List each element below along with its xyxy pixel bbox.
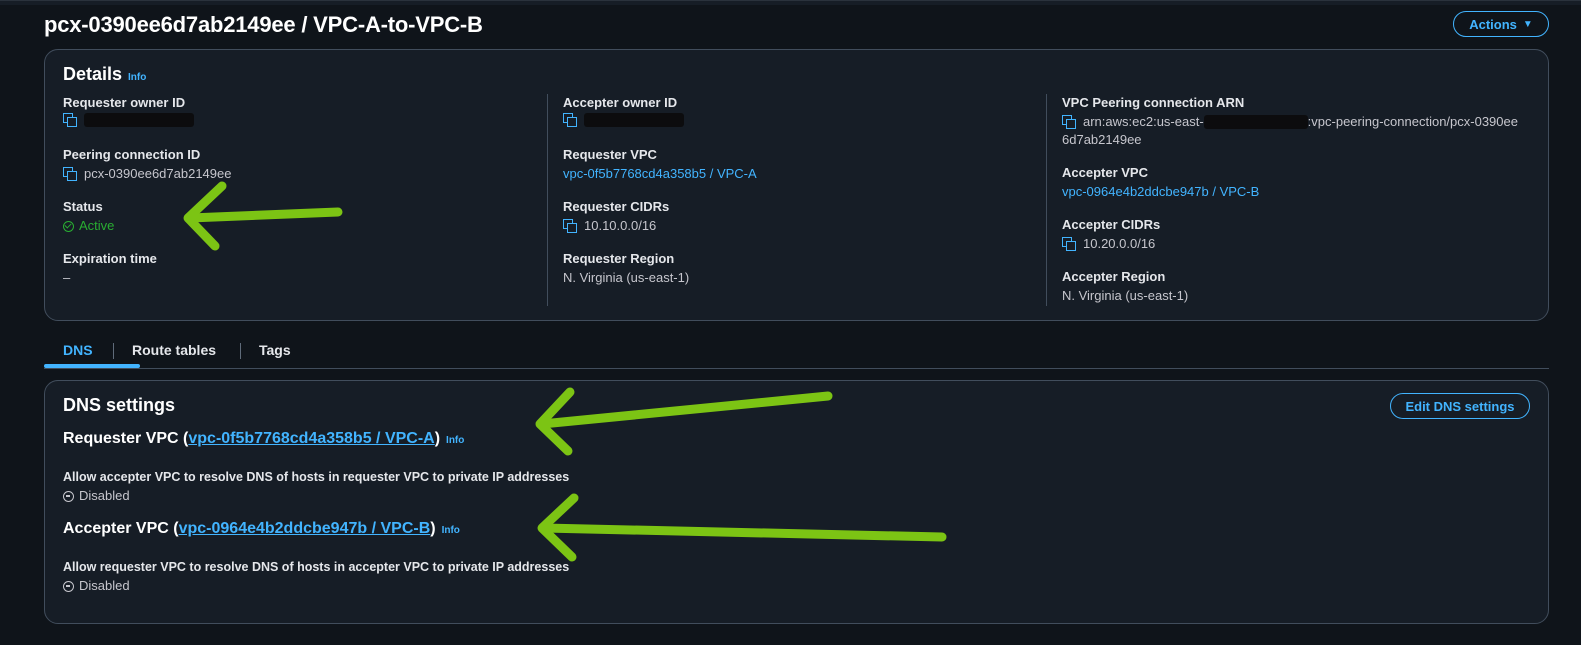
edit-dns-settings-button[interactable]: Edit DNS settings	[1390, 393, 1530, 419]
copy-icon[interactable]	[563, 113, 577, 127]
arn-suffix: :vpc-peering-connection/pcx-0390ee	[1307, 114, 1518, 129]
accepter-dns-setting: Allow requester VPC to resolve DNS of ho…	[63, 559, 569, 595]
requester-cidrs-label: Requester CIDRs	[563, 199, 670, 214]
requester-vpc-heading: Requester VPC (vpc-0f5b7768cd4a358b5 / V…	[63, 430, 464, 448]
tab-separator	[113, 343, 114, 359]
copy-icon[interactable]	[1062, 237, 1076, 251]
arn-field: VPC Peering connection ARN arn:aws:ec2:u…	[1062, 95, 1532, 149]
tab-separator	[240, 343, 241, 359]
requester-dns-setting-text: Disabled	[79, 488, 130, 503]
status-field: Status Active	[63, 199, 114, 235]
accepter-vpc-dns-link[interactable]: vpc-0964e4b2ddcbe947b / VPC-B	[179, 520, 431, 537]
arn-label: VPC Peering connection ARN	[1062, 95, 1245, 110]
tab-tags[interactable]: Tags	[259, 342, 291, 358]
expiration-time-value: –	[63, 270, 71, 285]
requester-vpc-suffix: )	[434, 430, 441, 447]
accepter-region-field: Accepter Region N. Virginia (us-east-1)	[1062, 269, 1188, 305]
check-circle-icon	[63, 220, 74, 232]
accepter-cidrs-value: 10.20.0.0/16	[1062, 235, 1160, 253]
accepter-cidrs-label: Accepter CIDRs	[1062, 217, 1161, 232]
accepter-owner-id-label: Accepter owner ID	[563, 95, 678, 110]
accepter-dns-setting-label: Allow requester VPC to resolve DNS of ho…	[63, 560, 570, 574]
requester-region-label: Requester Region	[563, 251, 675, 266]
tab-dns[interactable]: DNS	[63, 342, 93, 358]
requester-region-value: N. Virginia (us-east-1)	[563, 270, 690, 285]
details-panel: Details Info Requester owner ID Peering c…	[44, 49, 1549, 321]
requester-vpc-label: Requester VPC	[563, 147, 657, 162]
copy-icon[interactable]	[1062, 115, 1076, 129]
requester-vpc-field: Requester VPC vpc-0f5b7768cd4a358b5 / VP…	[563, 147, 757, 183]
accepter-info-link[interactable]: Info	[442, 525, 460, 536]
dns-settings-panel: DNS settings Requester VPC (vpc-0f5b7768…	[44, 380, 1549, 624]
accepter-vpc-suffix: )	[430, 520, 436, 537]
requester-cidrs-text: 10.10.0.0/16	[584, 218, 657, 233]
copy-icon[interactable]	[563, 219, 577, 233]
accepter-dns-setting-value: Disabled	[63, 577, 569, 595]
tab-route-tables[interactable]: Route tables	[132, 342, 216, 358]
accepter-vpc-field: Accepter VPC vpc-0964e4b2ddcbe947b / VPC…	[1062, 165, 1259, 201]
accepter-region-label: Accepter Region	[1062, 269, 1166, 284]
arn-value-line2: 6d7ab2149ee	[1062, 132, 1142, 147]
arn-prefix: arn:aws:ec2:us-east-	[1083, 114, 1204, 129]
column-divider	[547, 94, 548, 306]
details-title: Details	[63, 64, 123, 84]
redacted-block	[1203, 115, 1308, 129]
status-text: Active	[79, 218, 115, 233]
accepter-cidrs-field: Accepter CIDRs 10.20.0.0/16	[1062, 217, 1160, 253]
accepter-region-value: N. Virginia (us-east-1)	[1062, 288, 1189, 303]
accepter-vpc-prefix: Accepter VPC (	[63, 520, 179, 537]
accepter-dns-setting-text: Disabled	[79, 578, 130, 593]
peering-connection-id-value: pcx-0390ee6d7ab2149ee	[63, 165, 231, 183]
tab-bar: DNS Route tables Tags	[44, 338, 1549, 369]
requester-vpc-prefix: Requester VPC (	[63, 430, 189, 447]
actions-button[interactable]: Actions ▼	[1453, 11, 1549, 37]
tab-active-indicator	[44, 364, 140, 368]
dns-settings-heading: DNS settings	[63, 395, 176, 415]
actions-label: Actions	[1469, 16, 1517, 32]
top-border	[0, 0, 1581, 5]
accepter-owner-id-field: Accepter owner ID	[563, 95, 684, 127]
accepter-owner-id-value	[563, 113, 684, 127]
requester-dns-setting-label: Allow accepter VPC to resolve DNS of hos…	[63, 470, 570, 484]
disabled-circle-icon	[63, 580, 74, 592]
details-heading: Details Info	[63, 64, 146, 85]
accepter-vpc-label: Accepter VPC	[1062, 165, 1148, 180]
requester-info-link[interactable]: Info	[446, 435, 464, 446]
requester-owner-id-label: Requester owner ID	[63, 95, 186, 110]
redacted-block	[84, 113, 194, 127]
accepter-vpc-link[interactable]: vpc-0964e4b2ddcbe947b / VPC-B	[1062, 183, 1259, 201]
caret-down-icon: ▼	[1522, 18, 1533, 30]
page-title: pcx-0390ee6d7ab2149ee / VPC-A-to-VPC-B	[44, 12, 483, 37]
accepter-vpc-heading: Accepter VPC (vpc-0964e4b2ddcbe947b / VP…	[63, 520, 460, 538]
details-info-link[interactable]: Info	[128, 72, 146, 83]
requester-dns-setting-value: Disabled	[63, 487, 569, 505]
redacted-block	[584, 113, 684, 127]
requester-cidrs-value: 10.10.0.0/16	[563, 217, 669, 235]
peering-connection-id-field: Peering connection ID pcx-0390ee6d7ab214…	[63, 147, 231, 183]
copy-icon[interactable]	[63, 167, 77, 181]
peering-connection-id-label: Peering connection ID	[63, 147, 201, 162]
peering-connection-id-text: pcx-0390ee6d7ab2149ee	[84, 166, 232, 181]
expiration-time-field: Expiration time –	[63, 251, 157, 287]
requester-vpc-link[interactable]: vpc-0f5b7768cd4a358b5 / VPC-A	[563, 165, 757, 183]
expiration-time-label: Expiration time	[63, 251, 157, 266]
accepter-cidrs-text: 10.20.0.0/16	[1083, 236, 1156, 251]
copy-icon[interactable]	[63, 113, 77, 127]
requester-dns-setting: Allow accepter VPC to resolve DNS of hos…	[63, 469, 569, 505]
status-label: Status	[63, 199, 103, 214]
requester-owner-id-field: Requester owner ID	[63, 95, 194, 127]
requester-region-field: Requester Region N. Virginia (us-east-1)	[563, 251, 689, 287]
requester-owner-id-value	[63, 113, 194, 127]
arn-value-line1: arn:aws:ec2:us-east- :vpc-peering-connec…	[1062, 113, 1532, 131]
column-divider	[1046, 94, 1047, 306]
status-value: Active	[63, 217, 114, 235]
disabled-circle-icon	[63, 490, 74, 502]
requester-cidrs-field: Requester CIDRs 10.10.0.0/16	[563, 199, 669, 235]
requester-vpc-dns-link[interactable]: vpc-0f5b7768cd4a358b5 / VPC-A	[188, 430, 434, 447]
